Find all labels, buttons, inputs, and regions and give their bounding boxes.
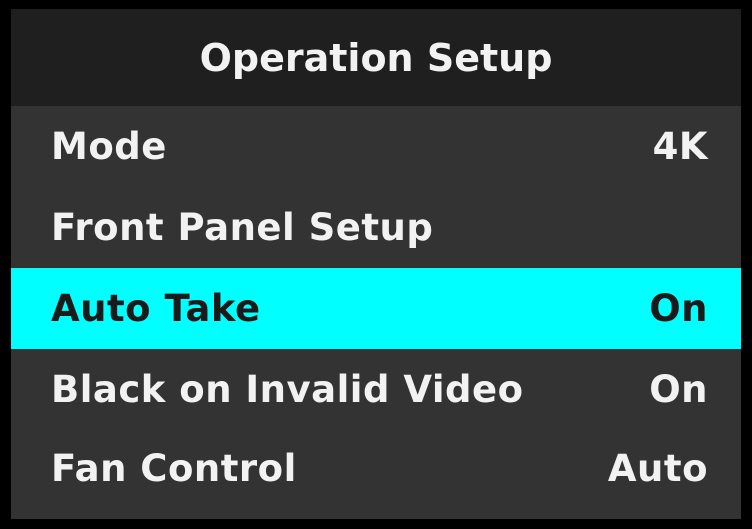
menu-item-label: Auto Take	[51, 287, 261, 330]
operation-setup-screen: Operation Setup Mode 4K Front Panel Setu…	[0, 0, 752, 529]
menu-item-auto-take[interactable]: Auto Take On	[11, 268, 741, 349]
menu-item-value: On	[649, 287, 708, 330]
menu-item-label: Mode	[51, 125, 167, 168]
menu-item-black-on-invalid-video[interactable]: Black on Invalid Video On	[11, 349, 741, 430]
menu-item-fan-control[interactable]: Fan Control Auto	[11, 430, 741, 506]
menu-item-label: Fan Control	[51, 446, 297, 490]
menu-item-value: Auto	[607, 446, 708, 490]
menu-item-label: Black on Invalid Video	[51, 368, 524, 411]
menu-item-value: 4K	[652, 125, 708, 168]
menu-item-front-panel-setup[interactable]: Front Panel Setup	[11, 187, 741, 268]
menu-title: Operation Setup	[11, 9, 741, 106]
menu-item-value: On	[649, 368, 708, 411]
menu-list: Mode 4K Front Panel Setup Auto Take On B…	[11, 106, 741, 506]
menu-item-mode[interactable]: Mode 4K	[11, 106, 741, 187]
menu-item-label: Front Panel Setup	[51, 206, 434, 249]
